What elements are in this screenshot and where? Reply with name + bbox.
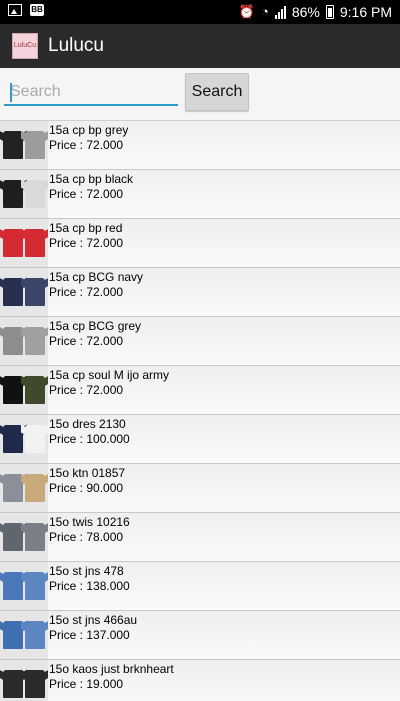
shirt-image: [3, 180, 23, 208]
shirt-image: [25, 670, 45, 698]
product-row[interactable]: 15a cp bp grey Price : 72.000: [0, 121, 400, 170]
shirt-image: [25, 474, 45, 502]
product-name: 15a cp bp grey: [49, 123, 129, 137]
product-price: Price : 137.000: [49, 628, 130, 642]
shirt-image: [25, 327, 45, 355]
product-row[interactable]: 15o ktn 01857 Price : 90.000: [0, 464, 400, 513]
product-thumbnail: [0, 219, 48, 267]
product-row[interactable]: 15a cp soul M ijo army Price : 72.000: [0, 366, 400, 415]
product-price: Price : 138.000: [49, 579, 130, 593]
shirt-image: [25, 229, 45, 257]
shirt-image: [3, 572, 23, 600]
product-price: Price : 72.000: [49, 138, 124, 152]
product-thumbnail: [0, 268, 48, 316]
shirt-image: [25, 572, 45, 600]
product-name: 15a cp soul M ijo army: [49, 368, 170, 382]
product-name: 15a cp bp red: [49, 221, 123, 235]
product-row[interactable]: 15o dres 2130 Price : 100.000: [0, 415, 400, 464]
product-price: Price : 72.000: [49, 187, 124, 201]
product-thumbnail: [0, 366, 48, 414]
shirt-image: [25, 180, 45, 208]
shirt-image: [25, 523, 45, 551]
product-name: 15o kaos just brknheart: [49, 662, 174, 676]
search-input[interactable]: [4, 80, 178, 106]
text-cursor: [10, 83, 12, 102]
product-name: 15a cp BCG grey: [49, 319, 142, 333]
shirt-image: [3, 327, 23, 355]
shirt-image: [3, 131, 23, 159]
shirt-image: [3, 621, 23, 649]
battery-percent: 86%: [291, 4, 320, 20]
shirt-image: [3, 229, 23, 257]
product-price: Price : 19.000: [49, 677, 124, 691]
product-thumbnail: [0, 660, 48, 701]
search-button[interactable]: Search: [185, 73, 249, 111]
product-name: 15o st jns 478: [49, 564, 124, 578]
product-price: Price : 72.000: [49, 334, 124, 348]
product-thumbnail: [0, 611, 48, 659]
product-thumbnail: [0, 562, 48, 610]
product-row[interactable]: 15o kaos just brknheart Price : 19.000: [0, 660, 400, 701]
product-name: 15o st jns 466au: [49, 613, 138, 627]
shirt-image: [3, 474, 23, 502]
action-bar: LuluCu Lulucu: [0, 24, 400, 68]
product-price: Price : 72.000: [49, 285, 124, 299]
product-name: 15o dres 2130: [49, 417, 126, 431]
app-title: Lulucu: [48, 35, 104, 56]
clock: 9:16 PM: [339, 4, 392, 20]
product-thumbnail: [0, 121, 48, 169]
product-row[interactable]: 15o st jns 478 Price : 138.000: [0, 562, 400, 611]
product-thumbnail: [0, 513, 48, 561]
shirt-image: [25, 278, 45, 306]
product-row[interactable]: 15a cp BCG grey Price : 72.000: [0, 317, 400, 366]
product-row[interactable]: 15o st jns 466au Price : 137.000: [0, 611, 400, 660]
product-row[interactable]: 15a cp BCG navy Price : 72.000: [0, 268, 400, 317]
wifi-icon: ◔: [260, 4, 269, 19]
product-thumbnail: [0, 464, 48, 512]
product-name: 15a cp BCG navy: [49, 270, 144, 284]
image-notification-icon: [8, 4, 22, 16]
product-price: Price : 72.000: [49, 236, 124, 250]
battery-icon: [325, 5, 334, 19]
product-name: 15a cp bp black: [49, 172, 134, 186]
product-row[interactable]: 15a cp bp red Price : 72.000: [0, 219, 400, 268]
product-row[interactable]: 15a cp bp black Price : 72.000: [0, 170, 400, 219]
product-price: Price : 78.000: [49, 530, 124, 544]
app-logo[interactable]: LuluCu: [12, 33, 38, 59]
product-list[interactable]: 15a cp bp grey Price : 72.000 15a cp bp bl…: [0, 120, 400, 701]
product-name: 15o twis 10216: [49, 515, 130, 529]
shirt-image: [3, 376, 23, 404]
product-thumbnail: [0, 170, 48, 218]
product-price: Price : 90.000: [49, 481, 124, 495]
product-row[interactable]: 15o twis 10216 Price : 78.000: [0, 513, 400, 562]
product-name: 15o ktn 01857: [49, 466, 126, 480]
bbm-notification-icon: BB: [30, 4, 44, 16]
product-thumbnail: [0, 415, 48, 463]
signal-icon: [274, 5, 286, 19]
product-thumbnail: [0, 317, 48, 365]
shirt-image: [25, 376, 45, 404]
shirt-image: [25, 621, 45, 649]
shirt-image: [3, 425, 23, 453]
shirt-image: [25, 131, 45, 159]
shirt-image: [3, 523, 23, 551]
product-price: Price : 72.000: [49, 383, 124, 397]
status-bar: BB ⏰ ◔ 86% 9:16 PM: [0, 0, 400, 24]
product-price: Price : 100.000: [49, 432, 130, 446]
shirt-image: [25, 425, 45, 453]
alarm-icon: ⏰: [238, 4, 255, 19]
shirt-image: [3, 670, 23, 698]
shirt-image: [3, 278, 23, 306]
